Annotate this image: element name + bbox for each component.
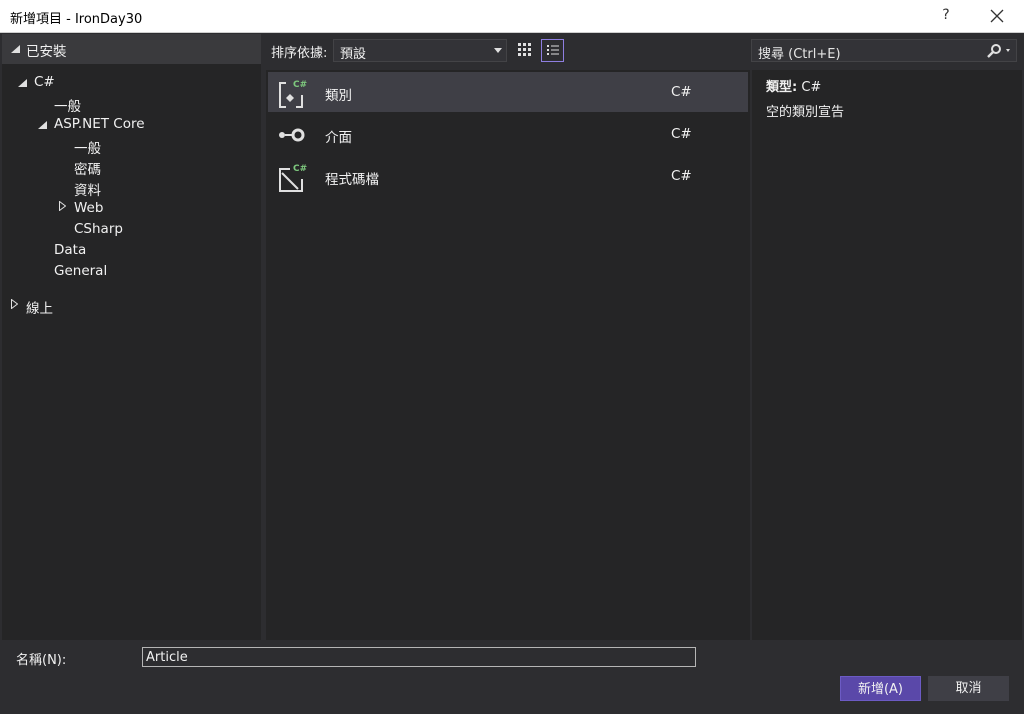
template-row-interface[interactable]: 介面 C# (268, 114, 748, 154)
tree-item-password[interactable]: 密碼 (74, 158, 101, 178)
template-language: C# (671, 84, 692, 100)
collapsed-triangle-icon[interactable] (59, 201, 66, 211)
expanded-triangle-icon[interactable] (38, 121, 47, 129)
type-value: C# (801, 80, 822, 95)
tree-item-general[interactable]: 一般 (54, 95, 81, 115)
template-language: C# (671, 126, 692, 142)
name-label: 名稱(N): (16, 653, 67, 668)
template-row-code-file[interactable]: C# 程式碼檔 C# (268, 156, 748, 196)
type-label: 類型: (766, 80, 798, 95)
sort-value: 預設 (340, 47, 367, 62)
search-placeholder: 搜尋 (Ctrl+E) (758, 47, 841, 62)
tree-item-online[interactable]: 線上 (26, 297, 53, 317)
list-view-icon (547, 45, 559, 55)
cancel-button[interactable]: 取消 (928, 676, 1009, 701)
template-row-class[interactable]: C# 類別 C# (268, 72, 748, 112)
code-file-icon: C# (279, 164, 307, 192)
sort-dropdown[interactable]: 預設 (333, 39, 507, 62)
tree-item-general-en[interactable]: General (54, 263, 107, 279)
close-icon (990, 9, 1004, 23)
tree-item-web[interactable]: Web (74, 200, 103, 216)
sort-label: 排序依據: (271, 46, 328, 61)
template-name: 介面 (325, 130, 352, 146)
category-tree: 已安裝 C# 一般 ASP.NET Core 一般 密碼 資料 Web CSha… (2, 34, 261, 640)
title-bar: 新增項目 - IronDay30 ? (0, 0, 1024, 33)
type-line: 類型: C# (766, 76, 821, 95)
window-title: 新增項目 - IronDay30 (10, 12, 143, 27)
tree-item-data-zh[interactable]: 資料 (74, 179, 101, 199)
tree-item-aspnet-core[interactable]: ASP.NET Core (54, 116, 145, 132)
tree-item-asp-general[interactable]: 一般 (74, 137, 101, 157)
chevron-down-icon (494, 48, 502, 53)
tree-item-installed[interactable]: 已安裝 (26, 40, 67, 60)
tree-item-data[interactable]: Data (54, 242, 86, 258)
svg-text:C#: C# (293, 164, 307, 174)
tree-item-csharp[interactable]: C# (34, 74, 55, 90)
installed-header[interactable]: 已安裝 (2, 34, 261, 64)
grid-view-button[interactable] (515, 40, 535, 60)
add-button[interactable]: 新增(A) (840, 676, 921, 701)
interface-icon (279, 128, 305, 142)
template-language: C# (671, 168, 692, 184)
collapsed-triangle-icon[interactable] (11, 299, 18, 309)
expanded-triangle-icon[interactable] (11, 45, 20, 53)
template-name: 類別 (325, 88, 352, 104)
list-view-button[interactable] (541, 39, 564, 62)
details-panel: 類型: C# 空的類別宣告 (752, 70, 1022, 640)
template-name: 程式碼檔 (325, 172, 379, 188)
svg-text:C#: C# (293, 80, 307, 90)
expanded-triangle-icon[interactable] (18, 79, 27, 87)
help-button[interactable]: ? (938, 7, 954, 23)
grid-view-icon (518, 43, 531, 56)
template-description: 空的類別宣告 (766, 105, 845, 120)
close-button[interactable] (982, 4, 1012, 28)
tree-item-csharp-folder[interactable]: CSharp (74, 221, 123, 237)
class-icon: C# (279, 80, 307, 108)
name-input[interactable] (142, 647, 696, 667)
search-box[interactable]: 搜尋 (Ctrl+E) (751, 39, 1017, 62)
template-list: C# 類別 C# 介面 C# C# 程式碼檔 C# (266, 70, 750, 640)
search-icon[interactable] (986, 43, 1014, 59)
